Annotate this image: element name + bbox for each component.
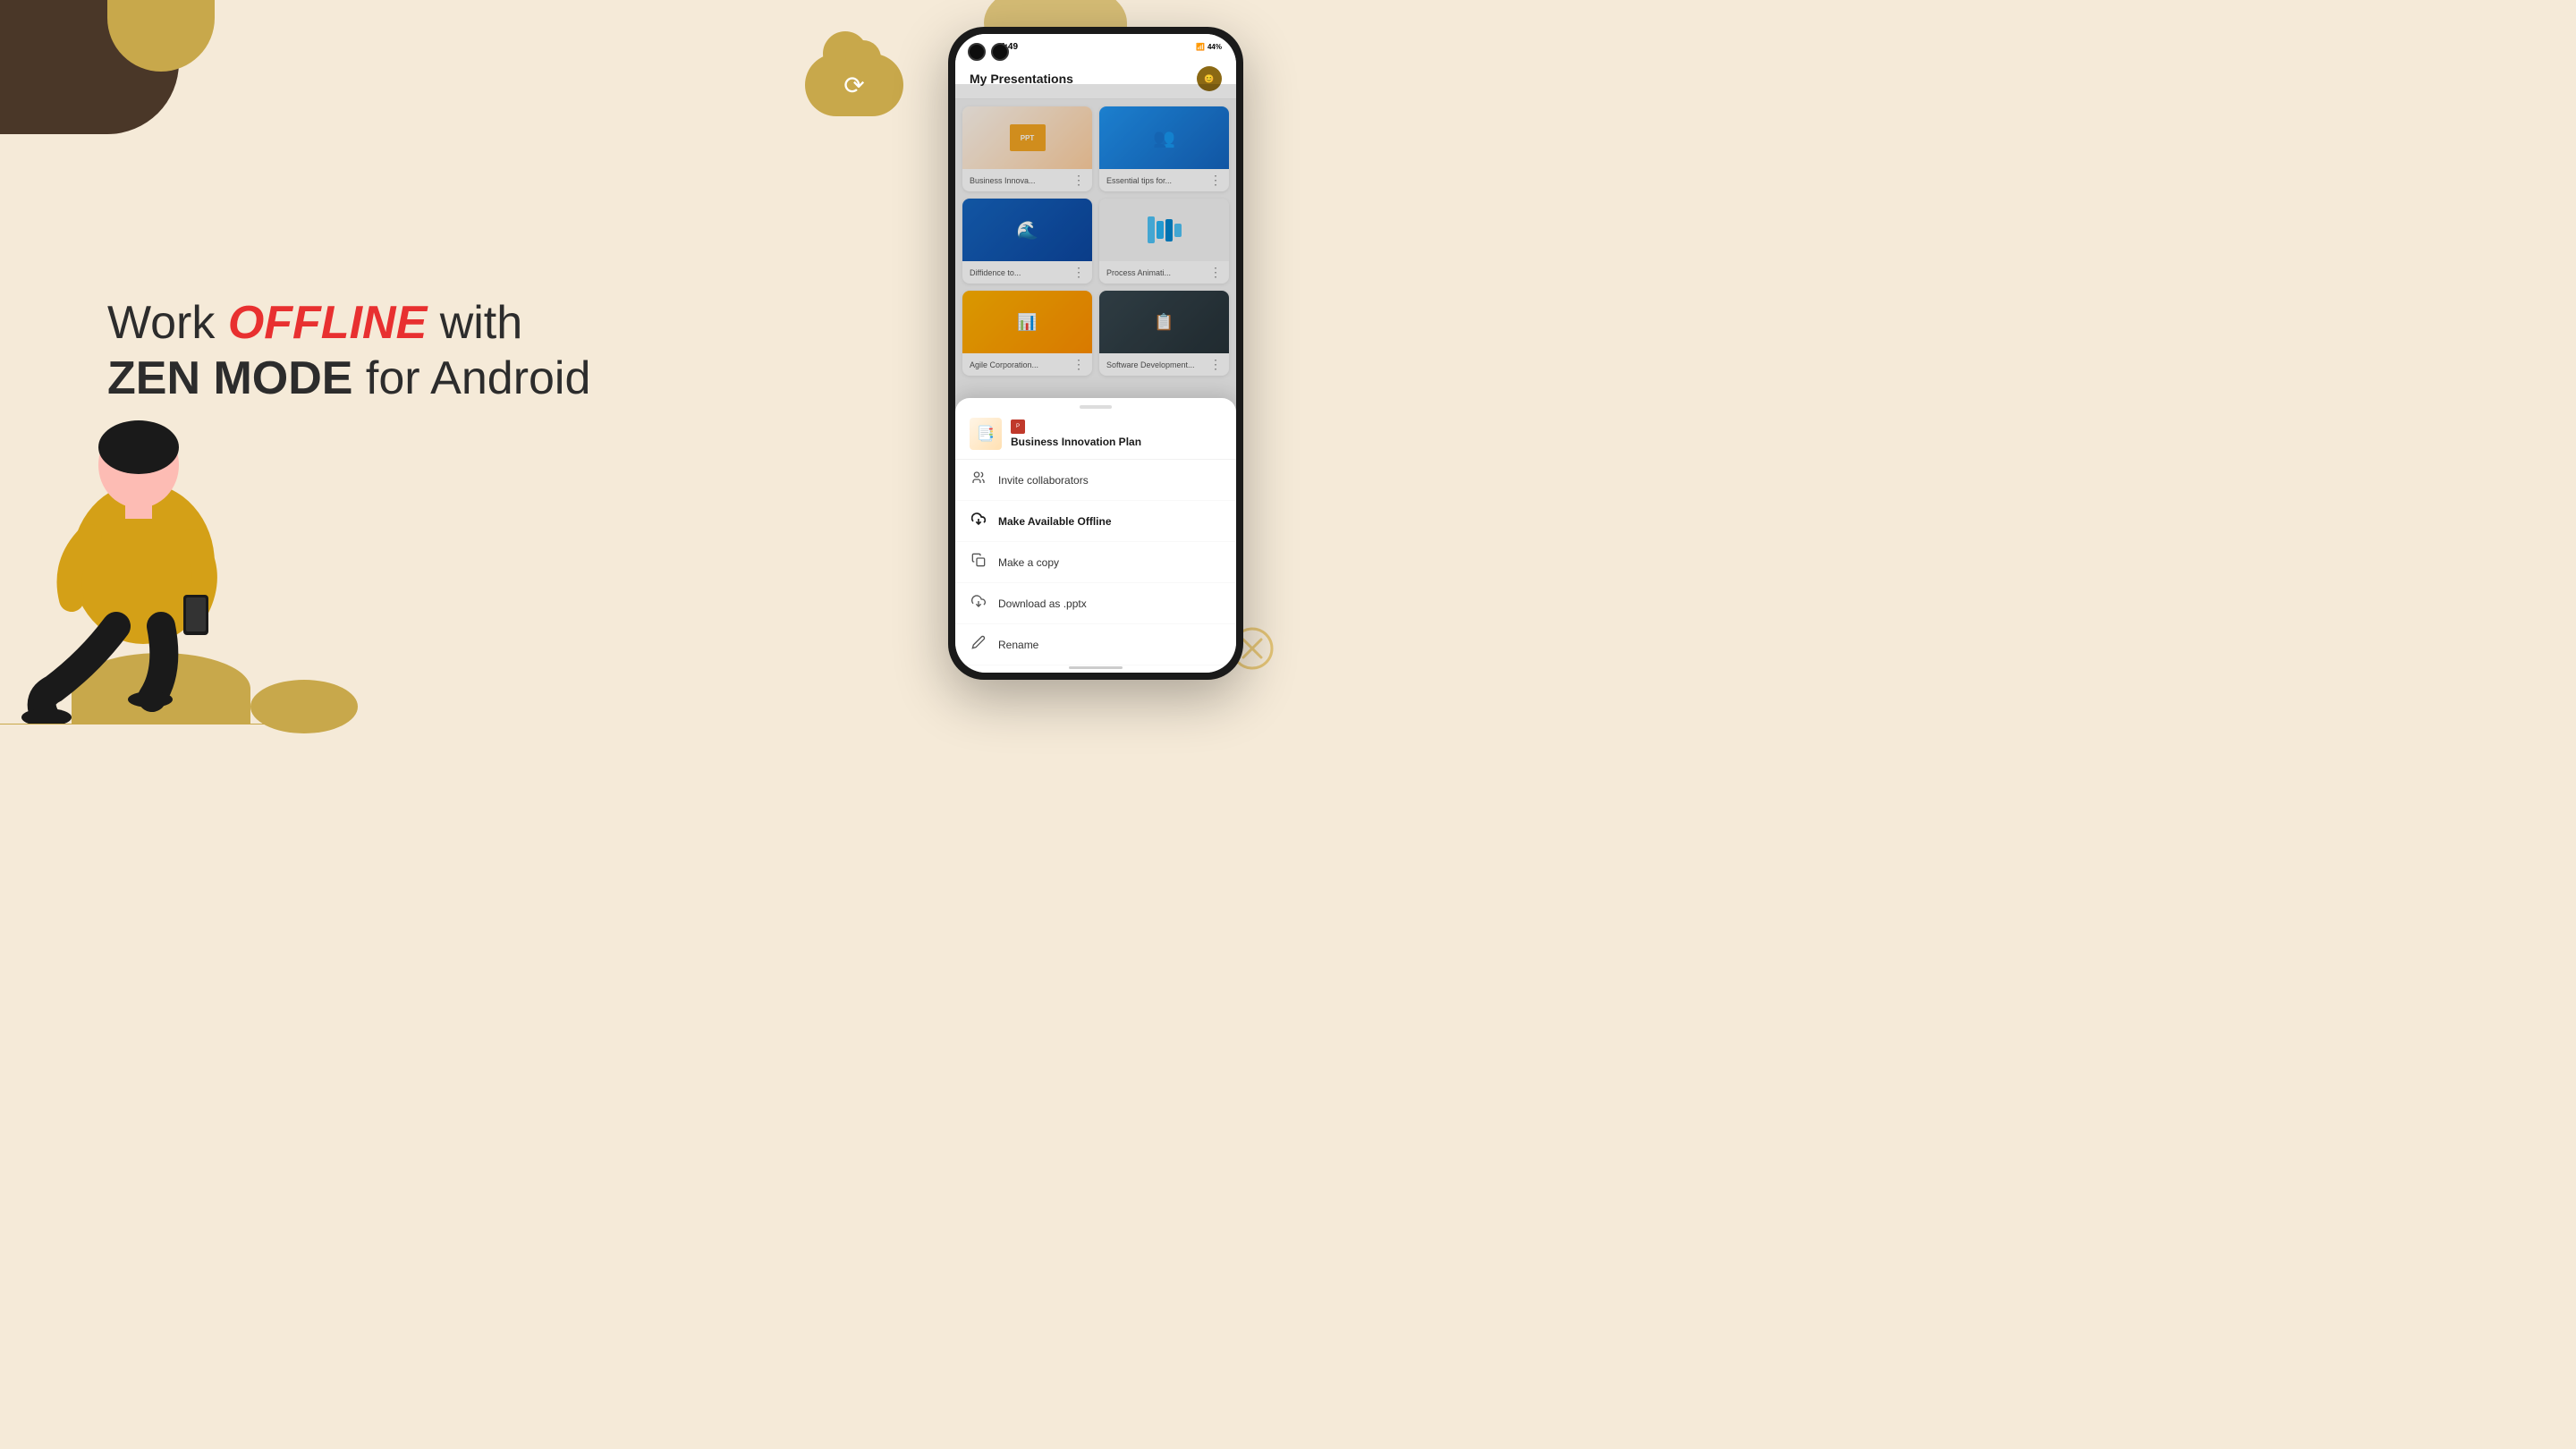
cloud-shape: ⟳	[805, 54, 903, 116]
presentation-card[interactable]: 👥 Essential tips for... ⋮	[1099, 106, 1229, 191]
card-menu-button[interactable]: ⋮	[1072, 265, 1085, 280]
app-header: My Presentations 😊	[955, 59, 1236, 99]
make-available-offline-label: Make Available Offline	[998, 515, 1112, 528]
make-a-copy-label: Make a copy	[998, 556, 1059, 569]
card-menu-button[interactable]: ⋮	[1072, 173, 1085, 188]
status-icons: 📶 44%	[1196, 43, 1222, 51]
camera-2	[991, 43, 1009, 61]
rename-label: Rename	[998, 639, 1038, 651]
app-title: My Presentations	[970, 72, 1073, 86]
card-footer: Process Animati... ⋮	[1099, 261, 1229, 284]
sheet-header: 📑 P Business Innovation Plan	[955, 409, 1236, 460]
presentation-card[interactable]: 📊 Agile Corporation... ⋮	[962, 291, 1092, 376]
with-text: with	[427, 297, 522, 349]
card-name: Process Animati...	[1106, 268, 1209, 277]
person-illustration	[0, 277, 340, 724]
make-a-copy-item[interactable]: Make a copy	[955, 542, 1236, 583]
for-android-text: for Android	[366, 353, 591, 405]
card-footer: Software Development... ⋮	[1099, 353, 1229, 376]
card-name: Agile Corporation...	[970, 360, 1072, 369]
presentation-card[interactable]: 🌊 Diffidence to... ⋮	[962, 199, 1092, 284]
rename-icon	[970, 635, 987, 654]
home-indicator-bar	[1069, 666, 1123, 669]
phone-mockup: 4:49 📶 44% My Presentations 😊	[948, 27, 1243, 680]
make-available-offline-item[interactable]: Make Available Offline	[955, 501, 1236, 542]
presentation-card[interactable]: PPT Business Innova... ⋮	[962, 106, 1092, 191]
phone-screen: 4:49 📶 44% My Presentations 😊	[955, 34, 1236, 673]
presentation-card[interactable]: Process Animati... ⋮	[1099, 199, 1229, 284]
sync-icon: ⟳	[843, 71, 864, 100]
home-indicator	[955, 665, 1236, 673]
card-menu-button[interactable]: ⋮	[1072, 357, 1085, 372]
rename-item[interactable]: Rename	[955, 624, 1236, 665]
sheet-thumbnail: 📑	[970, 418, 1002, 450]
invite-collaborators-label: Invite collaborators	[998, 474, 1089, 487]
card-footer: Business Innova... ⋮	[962, 169, 1092, 191]
card-thumbnail: 📋	[1099, 291, 1229, 353]
offline-icon	[970, 512, 987, 530]
download-icon	[970, 594, 987, 613]
card-thumbnail: 📊	[962, 291, 1092, 353]
card-name: Business Innova...	[970, 176, 1072, 185]
card-footer: Agile Corporation... ⋮	[962, 353, 1092, 376]
card-menu-button[interactable]: ⋮	[1209, 173, 1222, 188]
avatar: 😊	[1197, 66, 1222, 91]
card-thumbnail: 🌊	[962, 199, 1092, 261]
card-footer: Diffidence to... ⋮	[962, 261, 1092, 284]
sheet-file-name: Business Innovation Plan	[1011, 436, 1141, 448]
presentations-grid: PPT Business Innova... ⋮ 👥 Es	[955, 99, 1236, 383]
bottom-sheet: 📑 P Business Innovation Plan	[955, 398, 1236, 673]
camera-area	[968, 43, 1009, 61]
card-menu-button[interactable]: ⋮	[1209, 357, 1222, 372]
card-thumbnail	[1099, 199, 1229, 261]
wifi-icon: 📶	[1196, 43, 1205, 51]
cloud-icon-container: ⟳	[805, 54, 903, 134]
invite-collaborators-item[interactable]: Invite collaborators	[955, 460, 1236, 501]
card-name: Diffidence to...	[970, 268, 1072, 277]
download-pptx-label: Download as .pptx	[998, 597, 1087, 610]
card-thumbnail: PPT	[962, 106, 1092, 169]
card-thumbnail: 👥	[1099, 106, 1229, 169]
camera-1	[968, 43, 986, 61]
sheet-thumb-inner: 📑	[970, 418, 1002, 450]
download-pptx-item[interactable]: Download as .pptx	[955, 583, 1236, 624]
card-footer: Essential tips for... ⋮	[1099, 169, 1229, 191]
card-name: Software Development...	[1106, 360, 1209, 369]
presentation-card[interactable]: 📋 Software Development... ⋮	[1099, 291, 1229, 376]
copy-icon	[970, 553, 987, 572]
collaborators-icon	[970, 470, 987, 489]
card-menu-button[interactable]: ⋮	[1209, 265, 1222, 280]
sheet-header-text: P Business Innovation Plan	[1011, 419, 1141, 448]
card-name: Essential tips for...	[1106, 176, 1209, 185]
phone-body: 4:49 📶 44% My Presentations 😊	[948, 27, 1243, 680]
battery-icon: 44%	[1208, 43, 1222, 51]
